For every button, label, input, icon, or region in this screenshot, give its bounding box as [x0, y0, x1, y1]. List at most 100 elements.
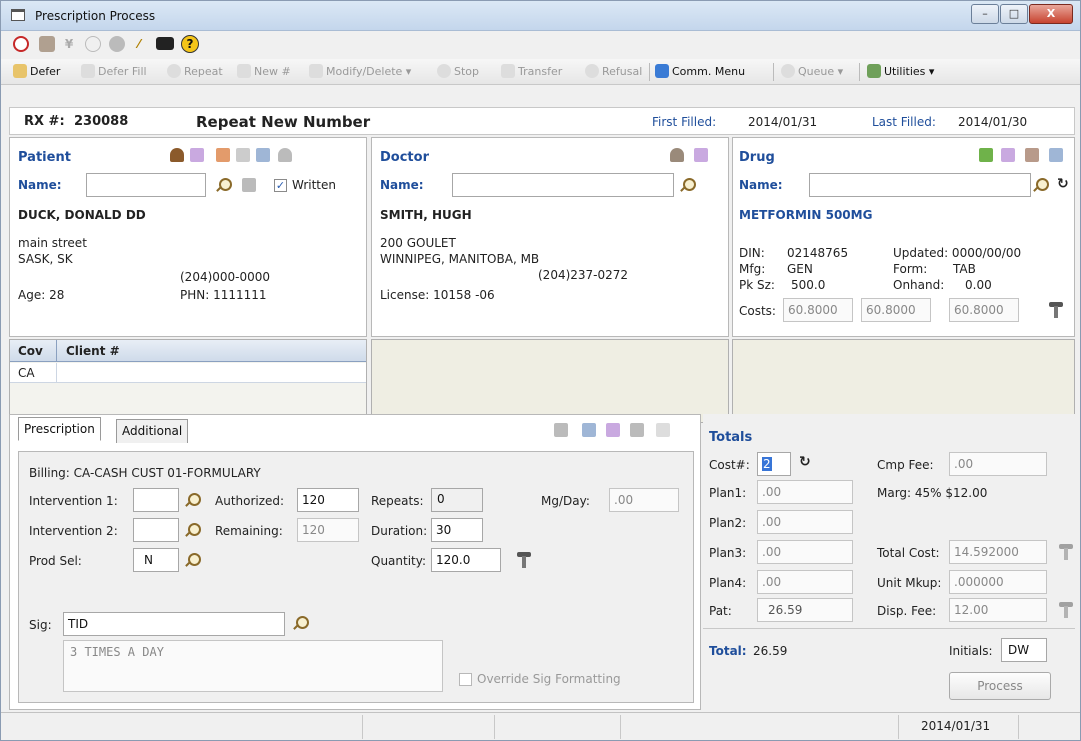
quantity-hammer-icon[interactable]: [517, 552, 531, 568]
disp-fee-hammer-icon[interactable]: [1059, 602, 1073, 618]
transfer-button[interactable]: Transfer: [501, 64, 562, 78]
family-icon[interactable]: [278, 148, 292, 162]
duration-input[interactable]: 30: [431, 518, 483, 542]
close-button[interactable]: X: [1029, 4, 1073, 24]
maximize-button[interactable]: □: [1000, 4, 1028, 24]
repeat-button[interactable]: Repeat: [167, 64, 223, 78]
sig-search-icon[interactable]: [293, 616, 309, 630]
intervention1-search-icon[interactable]: [185, 493, 201, 507]
initials-input[interactable]: DW: [1001, 638, 1047, 662]
drug-refresh-icon[interactable]: ↻: [1057, 176, 1069, 192]
camera-icon[interactable]: [156, 37, 174, 50]
book-icon[interactable]: [216, 148, 230, 162]
notes-icon[interactable]: [582, 423, 596, 437]
new-number-button[interactable]: New #: [237, 64, 291, 78]
doctor-search-icon[interactable]: [680, 178, 696, 192]
patient-person-icon[interactable]: [170, 148, 184, 162]
sig-input[interactable]: TID: [63, 612, 285, 636]
refusal-icon: [585, 64, 599, 78]
written-checkbox[interactable]: ✓: [274, 179, 287, 192]
total-cost-hammer-icon[interactable]: [1059, 544, 1073, 560]
rx-edit-icon[interactable]: [606, 423, 620, 437]
refusal-button[interactable]: Refusal: [585, 64, 642, 78]
defer-button[interactable]: Defer: [13, 64, 60, 78]
cost-field-3[interactable]: 60.8000: [949, 298, 1019, 322]
modify-delete-button[interactable]: Modify/Delete ▾: [309, 64, 411, 78]
plan4-input[interactable]: .00: [757, 570, 853, 594]
sig-expanded-text[interactable]: 3 TIMES A DAY: [63, 640, 443, 692]
process-button[interactable]: Process: [949, 672, 1051, 700]
hammer-icon[interactable]: [1049, 302, 1063, 318]
drug-name-input[interactable]: [809, 173, 1031, 197]
edit-pen-icon[interactable]: [190, 148, 204, 162]
refresh-icon[interactable]: [85, 36, 101, 52]
doctor-name-input[interactable]: [452, 173, 674, 197]
prodsel-input[interactable]: N: [133, 548, 179, 572]
disp-fee-input[interactable]: 12.00: [949, 598, 1047, 622]
patient-full-name: DUCK, DONALD DD: [18, 208, 146, 222]
mgday-input[interactable]: .00: [609, 488, 679, 512]
patient-header: Patient: [18, 150, 71, 165]
drug-header: Drug: [739, 150, 775, 165]
margin-text: Marg: 45% $12.00: [877, 486, 988, 500]
defer-icon: [13, 64, 27, 78]
paperclip-icon[interactable]: ⁄: [131, 36, 147, 52]
globe-icon[interactable]: [109, 36, 125, 52]
quantity-input[interactable]: 120.0: [431, 548, 501, 572]
prodsel-search-icon[interactable]: [185, 553, 201, 567]
intervention1-input[interactable]: [133, 488, 179, 512]
patient-search-icon[interactable]: [216, 178, 232, 192]
tab-prescription[interactable]: Prescription: [18, 417, 101, 441]
doctor-person-icon[interactable]: [670, 148, 684, 162]
cost-refresh-icon[interactable]: ↻: [799, 454, 811, 470]
drug-add-icon[interactable]: [979, 148, 993, 162]
disp-fee-label: Disp. Fee:: [877, 604, 937, 618]
defer-fill-button[interactable]: Defer Fill: [81, 64, 147, 78]
remaining-input[interactable]: 120: [297, 518, 359, 542]
queue-button[interactable]: Queue ▾: [781, 64, 843, 78]
stop-button[interactable]: Stop: [437, 64, 479, 78]
butterfly-icon[interactable]: [256, 148, 270, 162]
toolbar-divider: [859, 63, 860, 81]
plan2-input[interactable]: .00: [757, 510, 853, 534]
utilities-button[interactable]: Utilities ▾: [867, 64, 934, 78]
unit-mkup-input[interactable]: .000000: [949, 570, 1047, 594]
total-cost-input[interactable]: 14.592000: [949, 540, 1047, 564]
pat-input[interactable]: 26.59: [757, 598, 853, 622]
patient-name-label: Name:: [18, 178, 62, 192]
drug-link-icon[interactable]: [1049, 148, 1063, 162]
mfg-value: GEN: [787, 262, 813, 276]
override-sig-checkbox[interactable]: [459, 673, 472, 686]
tab-additional[interactable]: Additional: [116, 419, 189, 443]
drug-document-icon[interactable]: [1025, 148, 1039, 162]
authorized-input[interactable]: 120: [297, 488, 359, 512]
doctor-address-line1: 200 GOULET: [380, 236, 456, 250]
minimize-button[interactable]: –: [971, 4, 999, 24]
authorized-label: Authorized:: [215, 494, 285, 508]
utilities-icon: [867, 64, 881, 78]
document-icon[interactable]: [39, 36, 55, 52]
drug-edit-icon[interactable]: [1001, 148, 1015, 162]
cost-field-2[interactable]: 60.8000: [861, 298, 931, 322]
repeats-input[interactable]: [431, 488, 483, 512]
network-icon[interactable]: [630, 423, 644, 437]
cost-field-1[interactable]: 60.8000: [783, 298, 853, 322]
cost-number-input[interactable]: 2: [757, 452, 791, 476]
print-label-icon[interactable]: [554, 423, 568, 437]
filter-icon[interactable]: ¥: [61, 36, 77, 52]
patient-name-input[interactable]: [86, 173, 206, 197]
coverage-row[interactable]: CA: [10, 363, 366, 383]
comm-menu-button[interactable]: Comm. Menu: [655, 64, 745, 78]
tag-icon[interactable]: [236, 148, 250, 162]
drug-search-icon[interactable]: [1033, 178, 1049, 192]
plan3-input[interactable]: .00: [757, 540, 853, 564]
intervention2-search-icon[interactable]: [185, 523, 201, 537]
help-icon[interactable]: ?: [181, 35, 199, 53]
cancel-icon[interactable]: [13, 36, 29, 52]
hand-icon[interactable]: [656, 423, 670, 437]
intervention2-input[interactable]: [133, 518, 179, 542]
cmp-fee-input[interactable]: .00: [949, 452, 1047, 476]
doctor-edit-icon[interactable]: [694, 148, 708, 162]
patient-lookup-icon[interactable]: [242, 178, 256, 192]
plan1-input[interactable]: .00: [757, 480, 853, 504]
